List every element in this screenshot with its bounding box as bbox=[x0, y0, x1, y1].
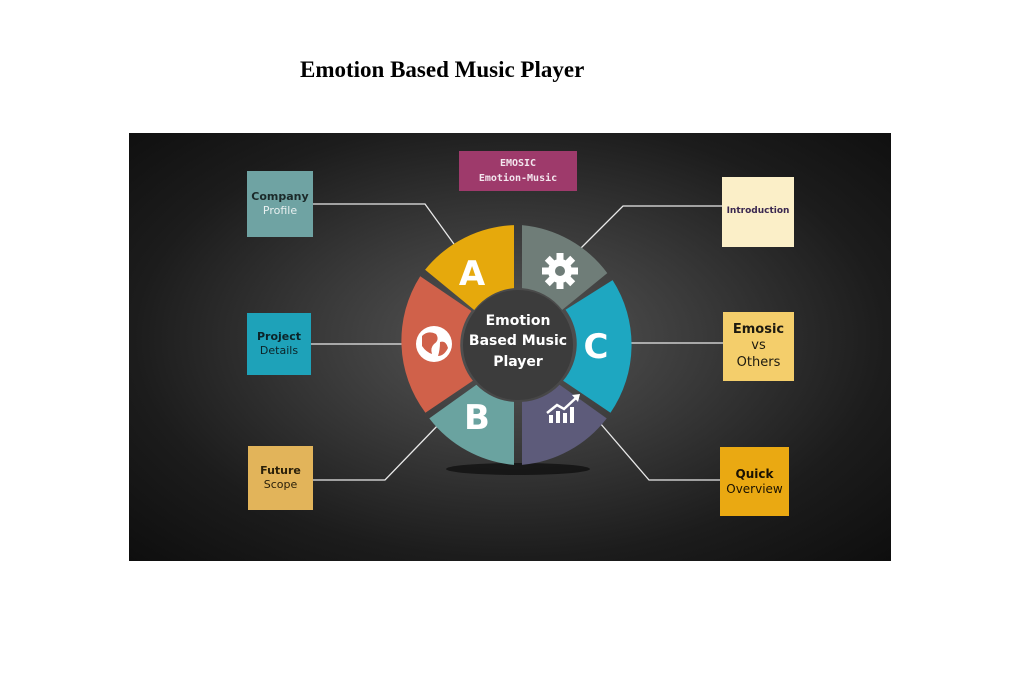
company-profile-title: Company bbox=[251, 190, 309, 204]
segment-b-label: B bbox=[464, 398, 490, 438]
connector-company bbox=[313, 203, 460, 252]
emosic-banner: EMOSIC Emotion-Music bbox=[459, 151, 577, 191]
connector-intro bbox=[577, 205, 722, 252]
globe-icon bbox=[416, 326, 452, 362]
center-label: Emotion Based Music Player bbox=[459, 311, 577, 372]
project-details-box: Project Details bbox=[247, 313, 311, 375]
emosic-vs-others-mid: vs bbox=[751, 338, 766, 354]
gear-icon bbox=[542, 253, 578, 289]
center-line1: Emotion bbox=[485, 313, 551, 329]
banner-line2: Emotion-Music bbox=[478, 173, 558, 184]
quick-overview-subtitle: Overview bbox=[726, 481, 783, 496]
future-scope-title: Future bbox=[260, 464, 301, 478]
introduction-title: Introduction bbox=[726, 206, 790, 217]
banner-line1: EMOSIC bbox=[499, 158, 537, 169]
emosic-vs-others-subtitle: Others bbox=[736, 354, 781, 370]
project-details-subtitle: Details bbox=[259, 344, 299, 357]
introduction-box: Introduction bbox=[722, 177, 794, 247]
future-scope-subtitle: Scope bbox=[263, 478, 298, 491]
connector-future bbox=[313, 421, 442, 481]
emosic-vs-others-box: Emosic vs Others bbox=[723, 312, 794, 381]
page-title: Emotion Based Music Player bbox=[300, 57, 585, 82]
center-line3: Player bbox=[493, 353, 543, 370]
diagram: A C B EMOSIC Emotion-Music Emotion Based… bbox=[129, 133, 891, 561]
quick-overview-title: Quick bbox=[735, 466, 774, 481]
project-details-title: Project bbox=[256, 330, 302, 344]
connector-quick bbox=[593, 415, 720, 481]
company-profile-box: Company Profile bbox=[247, 171, 313, 237]
emosic-vs-others-title: Emosic bbox=[732, 322, 785, 338]
segment-a-label: A bbox=[459, 254, 486, 294]
company-profile-subtitle: Profile bbox=[262, 204, 298, 217]
future-scope-box: Future Scope bbox=[248, 446, 313, 510]
segment-c-label: C bbox=[584, 327, 609, 367]
wheel-shadow bbox=[446, 463, 590, 475]
quick-overview-box: Quick Overview bbox=[720, 447, 789, 516]
center-line2: Based Music bbox=[468, 333, 568, 350]
